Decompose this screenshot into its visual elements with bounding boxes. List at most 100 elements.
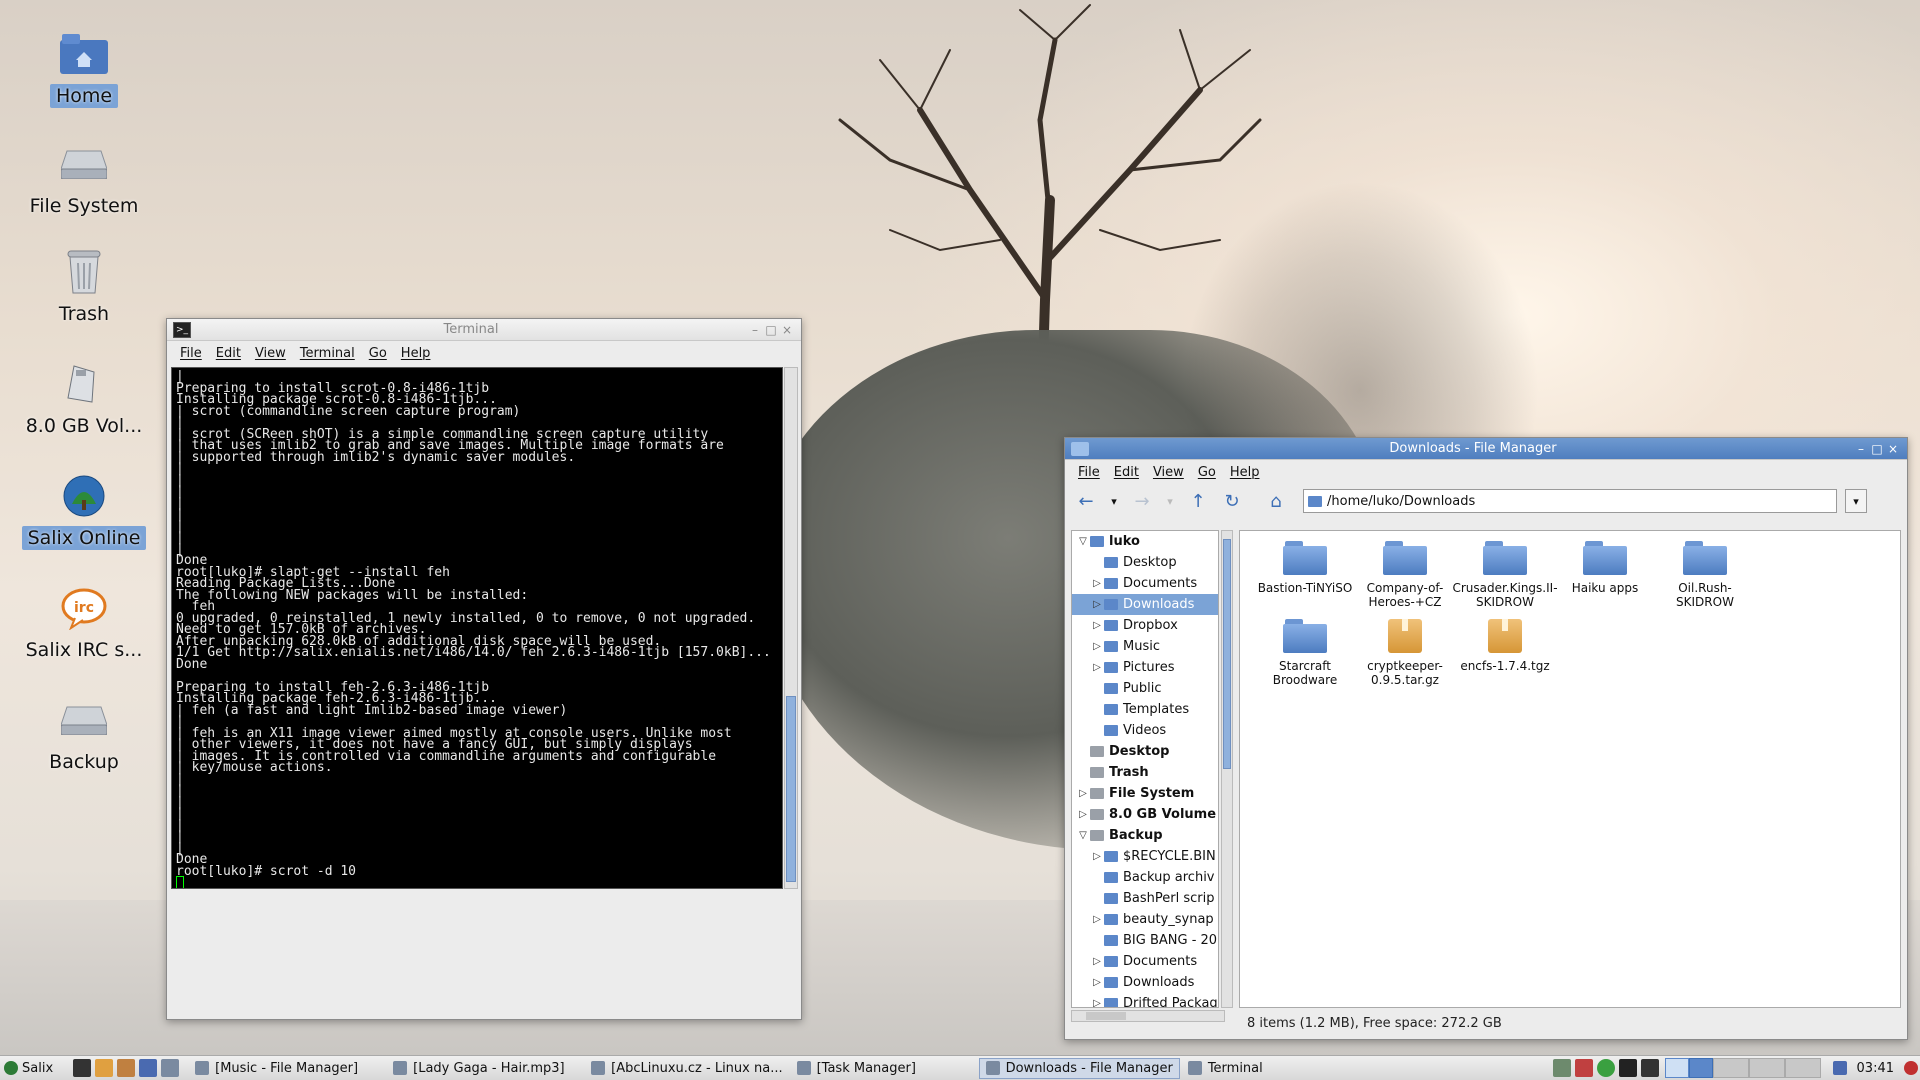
tree-item[interactable]: Public	[1072, 678, 1218, 699]
taskbar-task[interactable]: [AbcLinuxu.cz - Linux na...	[585, 1058, 788, 1079]
desktop-icon-trash[interactable]: Trash	[18, 248, 150, 326]
archive-item[interactable]: cryptkeeper-0.9.5.tar.gz	[1350, 619, 1460, 687]
editor-launcher-icon[interactable]	[117, 1059, 136, 1077]
location-dropdown-button[interactable]: ▾	[1845, 489, 1867, 513]
tree-item[interactable]: ▷ Downloads	[1072, 972, 1218, 993]
system-monitor-icon[interactable]	[1640, 1059, 1659, 1077]
home-icon[interactable]: ⌂	[1263, 488, 1289, 514]
menu-edit[interactable]: Edit	[216, 346, 241, 361]
expander-open-icon[interactable]: ▽	[1076, 830, 1090, 841]
tree-item[interactable]: Desktop	[1072, 741, 1218, 762]
expander-closed-icon[interactable]: ▷	[1090, 599, 1104, 610]
side-pane-scrollbar[interactable]	[1221, 530, 1233, 1008]
tree-item[interactable]: ▽ Backup	[1072, 825, 1218, 846]
tree-item[interactable]: Desktop	[1072, 552, 1218, 573]
file-view[interactable]: Bastion-TiNYiSO Company-of-Heroes-+CZ Crus…	[1239, 530, 1901, 1008]
tree-item[interactable]: ▽ luko	[1072, 531, 1218, 552]
back-arrow-icon[interactable]: ←	[1073, 488, 1099, 514]
minimize-button[interactable]: –	[747, 323, 763, 337]
folder-item[interactable]: Starcraft Broodware	[1250, 619, 1360, 687]
tree-item[interactable]: BIG BANG - 20	[1072, 930, 1218, 951]
menu-file[interactable]: File	[180, 346, 202, 361]
clock[interactable]: 03:41	[1857, 1061, 1894, 1076]
desktop-icon-usb-volume[interactable]: 8.0 GB Vol...	[18, 360, 150, 438]
settings-launcher-icon[interactable]	[161, 1059, 180, 1077]
tree-item[interactable]: ▷ Documents	[1072, 573, 1218, 594]
status-tray-icon[interactable]	[1596, 1059, 1615, 1077]
update-tray-icon[interactable]	[1574, 1059, 1593, 1077]
tree-item[interactable]: BashPerl scrip	[1072, 888, 1218, 909]
tree-item[interactable]: ▷ Music	[1072, 636, 1218, 657]
expander-closed-icon[interactable]: ▷	[1090, 956, 1104, 967]
menu-help[interactable]: Help	[401, 346, 431, 361]
expander-closed-icon[interactable]: ▷	[1090, 578, 1104, 589]
workspace-3[interactable]	[1712, 1058, 1749, 1078]
menu-view[interactable]: View	[255, 346, 286, 361]
forward-arrow-icon[interactable]: →	[1129, 488, 1155, 514]
terminal-output[interactable]: | Preparing to install scrot-0.8-i486-1tj…	[171, 367, 783, 889]
expander-open-icon[interactable]: ▽	[1076, 536, 1090, 547]
desktop-icon-file-system[interactable]: File System	[18, 140, 150, 218]
tree-item[interactable]: ▷ Pictures	[1072, 657, 1218, 678]
tree-item[interactable]: ▷ Dropbox	[1072, 615, 1218, 636]
expander-closed-icon[interactable]: ▷	[1090, 620, 1104, 631]
file-manager-launcher-icon[interactable]	[95, 1059, 114, 1077]
network-tray-icon[interactable]	[1552, 1059, 1571, 1077]
menu-help[interactable]: Help	[1230, 465, 1260, 480]
tree-item[interactable]: Videos	[1072, 720, 1218, 741]
menu-edit[interactable]: Edit	[1114, 465, 1139, 480]
tree-item[interactable]: Trash	[1072, 762, 1218, 783]
desktop-icon-backup[interactable]: Backup	[18, 696, 150, 774]
tree-item[interactable]: ▷ beauty_synap	[1072, 909, 1218, 930]
desktop-icon-salix-irc[interactable]: irc Salix IRC s...	[18, 584, 150, 662]
scrollbar-thumb[interactable]	[786, 696, 796, 882]
tree-item[interactable]: Backup archiv	[1072, 867, 1218, 888]
browser-launcher-icon[interactable]	[139, 1059, 158, 1077]
tree-item[interactable]: Templates	[1072, 699, 1218, 720]
folder-item[interactable]: Company-of-Heroes-+CZ	[1350, 541, 1460, 609]
tree-item[interactable]: ▷ $RECYCLE.BIN	[1072, 846, 1218, 867]
taskbar-task[interactable]: [Lady Gaga - Hair.mp3]	[387, 1058, 583, 1079]
expander-closed-icon[interactable]: ▷	[1090, 641, 1104, 652]
tree-item[interactable]: ▷ Drifted Packag	[1072, 993, 1218, 1007]
desktop-icon-salix-online[interactable]: Salix Online	[18, 472, 150, 550]
folder-item[interactable]: Oil.Rush-SKIDROW	[1650, 541, 1760, 609]
forward-history-chevron-icon[interactable]: ▾	[1163, 488, 1177, 514]
maximize-button[interactable]: □	[763, 323, 779, 337]
tree-item[interactable]: ▷ File System	[1072, 783, 1218, 804]
menu-terminal[interactable]: Terminal	[300, 346, 355, 361]
maximize-button[interactable]: □	[1869, 442, 1885, 456]
up-arrow-icon[interactable]: ↑	[1185, 488, 1211, 514]
terminal-launcher-icon[interactable]	[73, 1059, 92, 1077]
workspace-5[interactable]	[1784, 1058, 1821, 1078]
expander-closed-icon[interactable]: ▷	[1090, 977, 1104, 988]
taskbar-task[interactable]: Terminal	[1182, 1058, 1272, 1079]
folder-item[interactable]: Crusader.Kings.II-SKIDROW	[1450, 541, 1560, 609]
tree-item[interactable]: ▷ Documents	[1072, 951, 1218, 972]
notification-tray-icon[interactable]	[1832, 1061, 1847, 1075]
terminal-scrollbar[interactable]	[784, 367, 798, 889]
taskbar-task[interactable]: [Music - File Manager]	[189, 1058, 385, 1079]
terminal-titlebar[interactable]: >_ Terminal – □ ×	[167, 319, 801, 341]
back-history-chevron-icon[interactable]: ▾	[1107, 488, 1121, 514]
tree-item[interactable]: ▷ 8.0 GB Volume	[1072, 804, 1218, 825]
taskbar-task[interactable]: [Task Manager]	[791, 1058, 977, 1079]
side-pane-tree[interactable]: ▽ luko Desktop ▷ Documents ▷ Downloads ▷ Dropbox…	[1071, 530, 1219, 1008]
expander-closed-icon[interactable]: ▷	[1090, 914, 1104, 925]
close-button[interactable]: ×	[1885, 442, 1901, 456]
menu-view[interactable]: View	[1153, 465, 1184, 480]
scrollbar-thumb[interactable]	[1086, 1012, 1126, 1020]
expander-closed-icon[interactable]: ▷	[1090, 998, 1104, 1007]
menu-go[interactable]: Go	[369, 346, 387, 361]
folder-item[interactable]: Haiku apps	[1550, 541, 1660, 595]
desktop-icon-home[interactable]: Home	[18, 30, 150, 108]
side-pane-hscrollbar[interactable]	[1071, 1010, 1225, 1022]
file-manager-titlebar[interactable]: Downloads - File Manager – □ ×	[1065, 438, 1907, 460]
workspace-4[interactable]	[1748, 1058, 1785, 1078]
workspace-1[interactable]	[1664, 1058, 1689, 1078]
expander-closed-icon[interactable]: ▷	[1090, 662, 1104, 673]
expander-closed-icon[interactable]: ▷	[1076, 809, 1090, 820]
expander-closed-icon[interactable]: ▷	[1076, 788, 1090, 799]
workspace-2[interactable]	[1688, 1058, 1713, 1078]
folder-item[interactable]: Bastion-TiNYiSO	[1250, 541, 1360, 595]
